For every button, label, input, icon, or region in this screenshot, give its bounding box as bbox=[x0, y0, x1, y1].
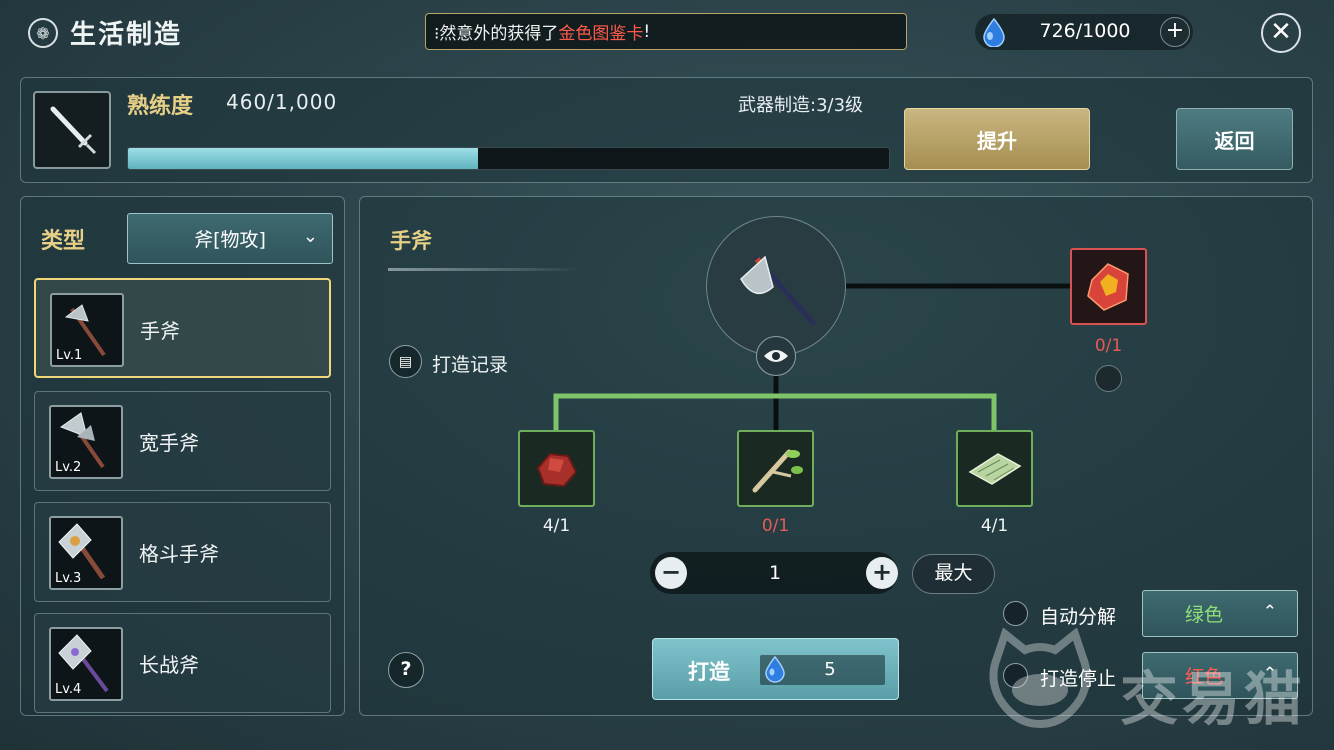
material-count: 4/1 bbox=[980, 516, 1009, 536]
decrease-quantity-button[interactable]: − bbox=[655, 557, 687, 589]
preview-eye-button[interactable] bbox=[756, 336, 796, 376]
branch-icon bbox=[752, 449, 803, 493]
help-button[interactable]: ? bbox=[388, 652, 424, 688]
watermark-text: 交易猫 bbox=[1120, 665, 1307, 733]
cloth-icon bbox=[968, 453, 1022, 485]
increase-quantity-button[interactable]: + bbox=[866, 557, 898, 589]
red-gem-icon bbox=[1087, 263, 1129, 311]
material-slot-branch[interactable] bbox=[737, 430, 814, 507]
quantity-value[interactable]: 1 bbox=[690, 562, 860, 584]
chevron-up-icon: ⌃ bbox=[1262, 602, 1277, 622]
auto-decompose-label: 自动分解 bbox=[1040, 606, 1117, 628]
max-quantity-button[interactable]: 最大 bbox=[912, 554, 995, 594]
auto-decompose-quality-select[interactable]: 绿色 ⌃ bbox=[1142, 590, 1298, 637]
gem-slot[interactable] bbox=[1070, 248, 1147, 325]
material-count: 4/1 bbox=[542, 516, 571, 536]
craft-cost-value: 5 bbox=[824, 659, 836, 680]
material-slot-cloth[interactable] bbox=[956, 430, 1033, 507]
eye-icon bbox=[764, 350, 788, 362]
auto-decompose-quality-value: 绿色 bbox=[1185, 604, 1224, 626]
crafted-item-display bbox=[706, 216, 846, 356]
material-slot-ore[interactable] bbox=[518, 430, 595, 507]
gem-count: 0/1 bbox=[1094, 336, 1123, 356]
gem-select-radio[interactable] bbox=[1095, 365, 1122, 392]
craft-button-label: 打造 bbox=[688, 660, 730, 684]
water-drop-icon bbox=[765, 655, 785, 683]
cat-logo-watermark bbox=[989, 628, 1091, 728]
red-ore-icon bbox=[536, 452, 578, 488]
material-count: 0/1 bbox=[761, 516, 790, 536]
auto-decompose-checkbox[interactable] bbox=[1003, 601, 1028, 626]
